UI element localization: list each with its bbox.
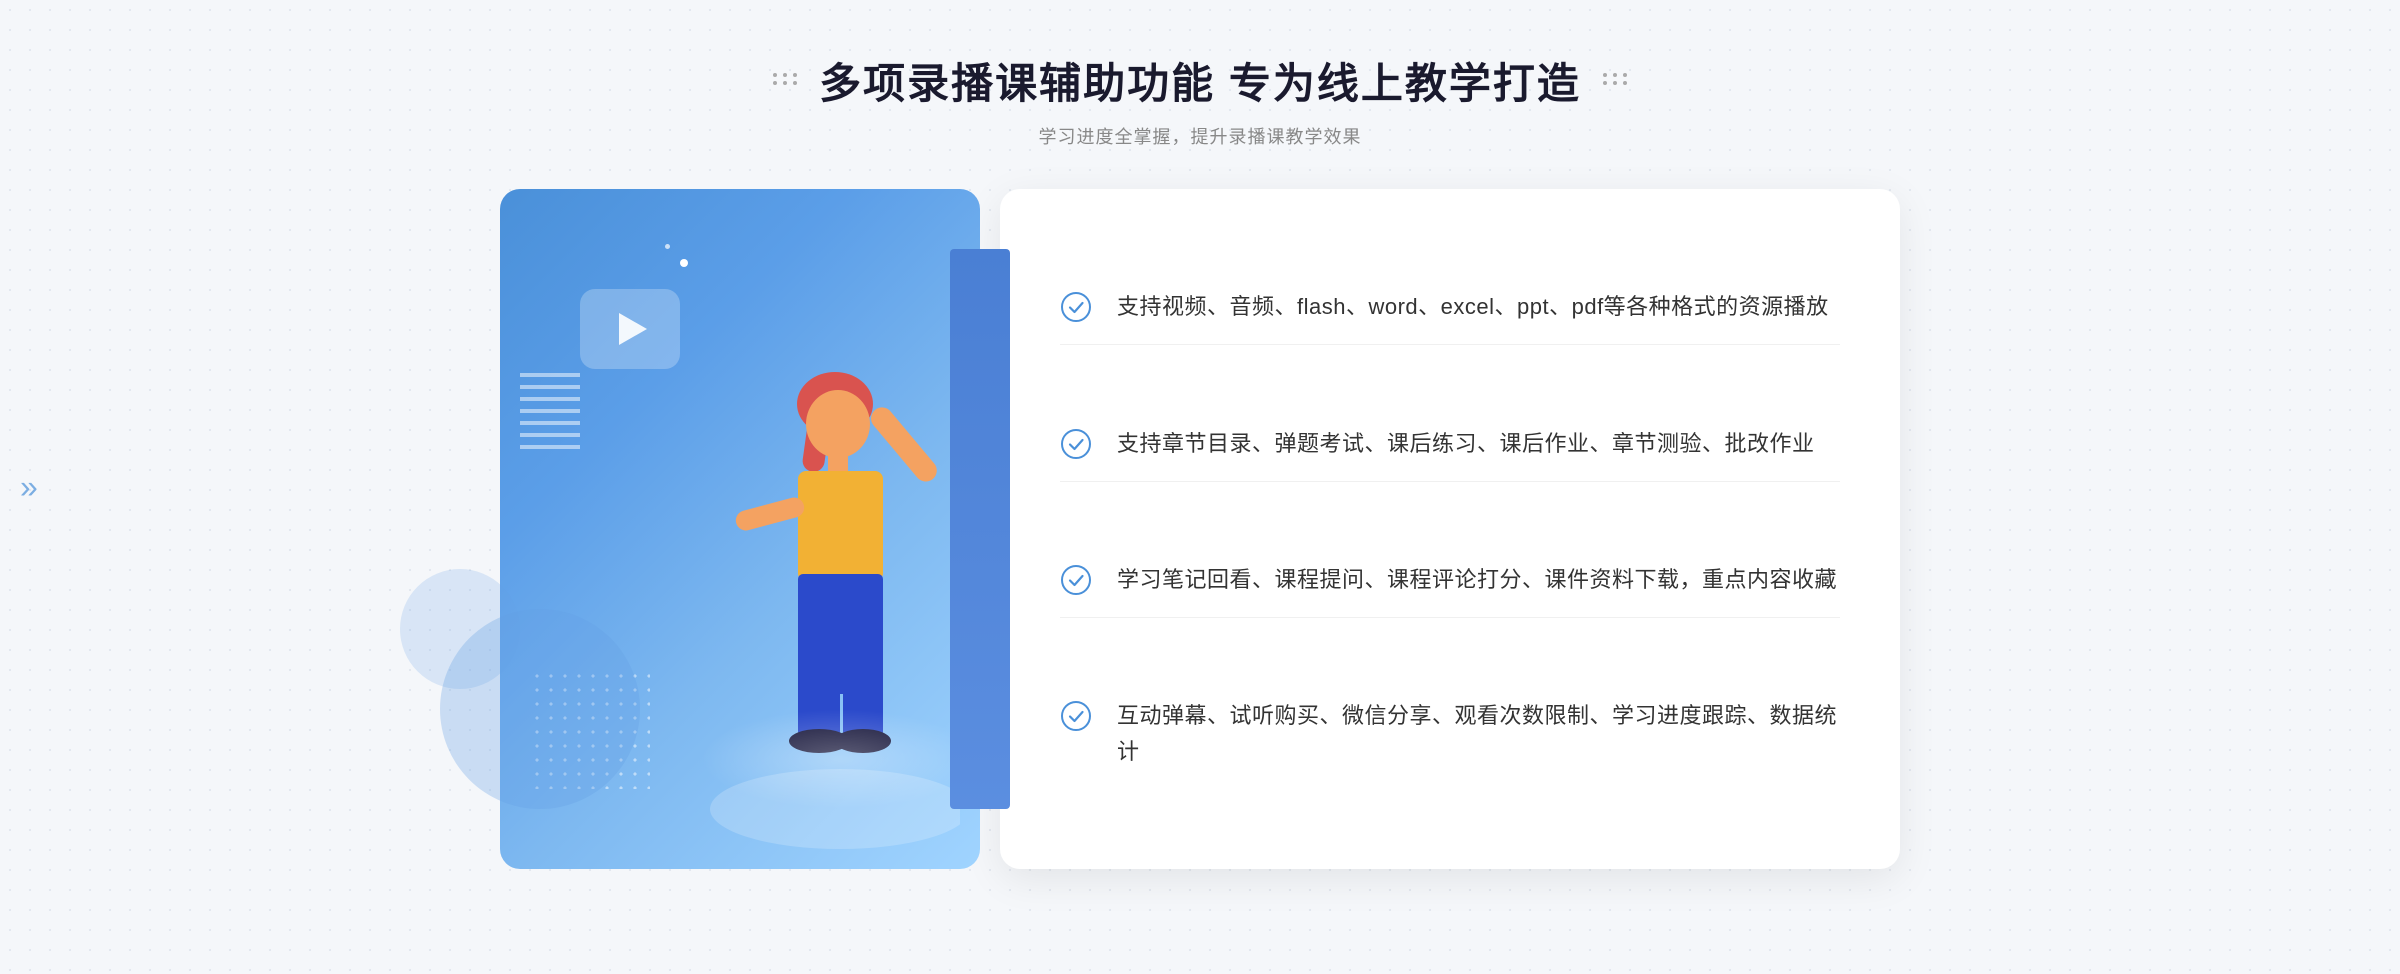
title-dots-right (1601, 71, 1629, 91)
feature-item-4: 互动弹幕、试听购买、微信分享、观看次数限制、学习进度跟踪、数据统计 (1060, 678, 1840, 788)
left-arrow-decoration: » (20, 469, 38, 506)
stripe-decoration (520, 369, 580, 449)
play-bubble (580, 289, 680, 369)
feature-item-3: 学习笔记回看、课程提问、课程评论打分、课件资料下载，重点内容收藏 (1060, 542, 1840, 618)
header-section: 多项录播课辅助功能 专为线上教学打造 学习进度全掌握，提升录播课教学效果 (771, 50, 1629, 149)
main-title: 多项录播课辅助功能 专为线上教学打造 (819, 50, 1581, 111)
feature-text-4: 互动弹幕、试听购买、微信分享、观看次数限制、学习进度跟踪、数据统计 (1117, 698, 1840, 768)
feature-text-2: 支持章节目录、弹题考试、课后练习、课后作业、章节测验、批改作业 (1117, 426, 1815, 461)
content-area: 支持视频、音频、flash、word、excel、ppt、pdf等各种格式的资源… (500, 189, 1900, 869)
check-icon-2 (1060, 428, 1092, 460)
illustration-card (500, 189, 980, 869)
sparkle-decoration-1 (680, 259, 688, 267)
blue-bar-decoration (950, 249, 1010, 809)
sparkle-decoration-2 (665, 244, 670, 249)
play-icon (619, 313, 647, 345)
features-list: 支持视频、音频、flash、word、excel、ppt、pdf等各种格式的资源… (1060, 239, 1840, 819)
feature-text-3: 学习笔记回看、课程提问、课程评论打分、课件资料下载，重点内容收藏 (1117, 562, 1837, 597)
title-dots-left (771, 71, 799, 91)
page-wrapper: » 多项录播课辅助功能 专为线上教学打造 (0, 0, 2400, 974)
feature-text-1: 支持视频、音频、flash、word、excel、ppt、pdf等各种格式的资源… (1117, 289, 1829, 324)
deco-circle-small (400, 569, 520, 689)
content-panel: 支持视频、音频、flash、word、excel、ppt、pdf等各种格式的资源… (1000, 189, 1900, 869)
check-icon-3 (1060, 564, 1092, 596)
feature-item-1: 支持视频、音频、flash、word、excel、ppt、pdf等各种格式的资源… (1060, 269, 1840, 345)
check-icon-1 (1060, 291, 1092, 323)
check-icon-4 (1060, 700, 1092, 732)
spotlight-decoration (700, 709, 980, 809)
title-row: 多项录播课辅助功能 专为线上教学打造 (771, 50, 1629, 111)
subtitle: 学习进度全掌握，提升录播课教学效果 (771, 123, 1629, 149)
feature-item-2: 支持章节目录、弹题考试、课后练习、课后作业、章节测验、批改作业 (1060, 406, 1840, 482)
